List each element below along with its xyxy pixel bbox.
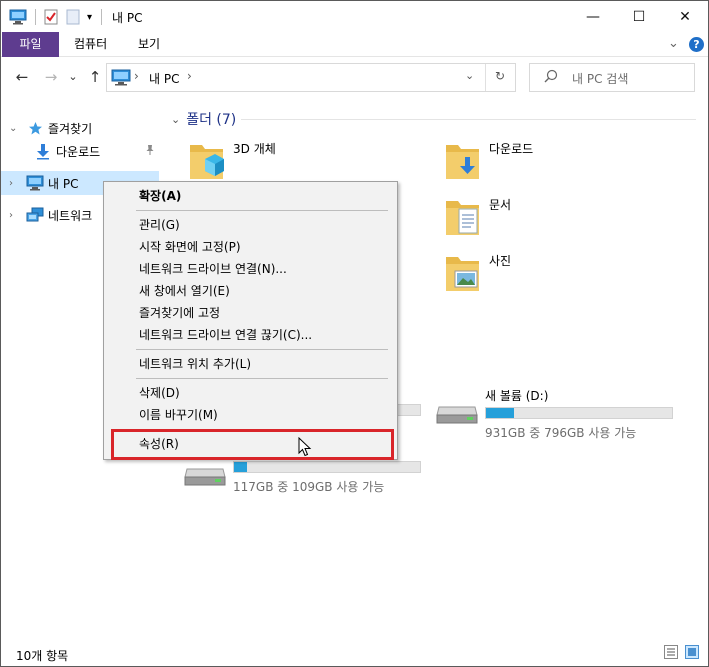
address-separator: › bbox=[134, 69, 139, 83]
pictures-folder-icon bbox=[443, 251, 483, 298]
menu-item-manage[interactable]: 관리(G) bbox=[139, 215, 180, 235]
network-icon bbox=[26, 207, 44, 223]
folder-item-pictures[interactable]: 사진 bbox=[443, 251, 643, 299]
details-view-icon[interactable] bbox=[664, 645, 678, 659]
ribbon-expand-icon[interactable]: ⌄ bbox=[668, 36, 679, 51]
address-divider bbox=[485, 64, 486, 91]
sidebar-item-quick-access[interactable]: ⌄ 즐겨찾기 bbox=[1, 116, 159, 140]
hard-drive-icon bbox=[183, 461, 227, 490]
menu-item-disconnect-network-drive[interactable]: 네트워크 드라이브 연결 끊기(C)... bbox=[139, 325, 312, 345]
documents-folder-icon bbox=[443, 195, 483, 242]
drive-space-info: 931GB 중 796GB 사용 가능 bbox=[485, 426, 637, 440]
search-input[interactable]: 내 PC 검색 bbox=[529, 63, 695, 92]
forward-button[interactable]: → bbox=[41, 67, 61, 87]
menu-item-add-network-location[interactable]: 네트워크 위치 추가(L) bbox=[139, 354, 251, 374]
pc-icon bbox=[111, 69, 131, 89]
folder-item-downloads[interactable]: 다운로드 bbox=[443, 139, 643, 187]
menu-separator bbox=[136, 378, 388, 379]
expand-chevron-icon[interactable]: › bbox=[9, 178, 13, 189]
pc-icon[interactable] bbox=[9, 8, 27, 26]
minimize-button[interactable]: — bbox=[570, 1, 616, 32]
downloads-folder-icon bbox=[443, 139, 483, 186]
close-button[interactable]: ✕ bbox=[662, 1, 708, 32]
tab-file[interactable]: 파일 bbox=[2, 32, 59, 57]
menu-item-pin-to-start[interactable]: 시작 화면에 고정(P) bbox=[139, 237, 241, 257]
address-text: 내 PC bbox=[149, 72, 180, 86]
large-icons-view-icon[interactable] bbox=[685, 645, 699, 659]
qa-separator bbox=[101, 9, 102, 25]
folder-item-documents[interactable]: 문서 bbox=[443, 195, 643, 243]
tab-view[interactable]: 보기 bbox=[123, 32, 175, 57]
3d-objects-folder-icon bbox=[187, 139, 227, 186]
drive-usage-bar bbox=[485, 407, 673, 419]
download-arrow-icon bbox=[35, 143, 51, 160]
status-bar: 10개 항목 bbox=[1, 639, 708, 666]
address-dropdown-icon[interactable]: ⌄ bbox=[465, 69, 474, 82]
menu-item-delete[interactable]: 삭제(D) bbox=[139, 383, 180, 403]
menu-separator bbox=[136, 349, 388, 350]
folder-name: 사진 bbox=[489, 254, 512, 268]
address-bar[interactable]: › 내 PC › ⌄ ↻ bbox=[106, 63, 516, 92]
folder-item-3d-objects[interactable]: 3D 개체 bbox=[187, 139, 387, 187]
expand-chevron-icon[interactable]: ⌄ bbox=[9, 123, 17, 134]
highlight-box bbox=[111, 429, 394, 460]
qa-separator bbox=[35, 9, 36, 25]
menu-separator bbox=[136, 210, 388, 211]
customize-quick-access-icon[interactable]: ▾ bbox=[87, 8, 92, 26]
drive-item-d[interactable]: 새 볼륨 (D:) 931GB 중 796GB 사용 가능 bbox=[435, 387, 695, 443]
drive-usage-fill bbox=[486, 408, 514, 418]
sidebar-item-label: 네트워크 bbox=[48, 208, 93, 223]
menu-item-map-network-drive[interactable]: 네트워크 드라이브 연결(N)... bbox=[139, 259, 287, 279]
menu-item-rename[interactable]: 이름 바꾸기(M) bbox=[139, 405, 218, 425]
group-title: 폴더 (7) bbox=[186, 112, 237, 128]
maximize-button[interactable]: ☐ bbox=[616, 1, 662, 32]
drive-usage-fill bbox=[234, 462, 248, 472]
search-placeholder: 내 PC 검색 bbox=[572, 72, 629, 86]
properties-icon[interactable] bbox=[43, 8, 59, 26]
ribbon-tabs: 파일 컴퓨터 보기 ⌄ ? bbox=[1, 32, 708, 57]
folder-name: 3D 개체 bbox=[233, 142, 276, 156]
menu-item-expand[interactable]: 확장(A) bbox=[139, 186, 181, 206]
folder-name: 다운로드 bbox=[489, 142, 534, 156]
tab-computer[interactable]: 컴퓨터 bbox=[59, 32, 122, 57]
folders-group-header[interactable]: ⌄ 폴더 (7) bbox=[171, 109, 236, 129]
menu-item-open-new-window[interactable]: 새 창에서 열기(E) bbox=[139, 281, 230, 301]
pc-icon bbox=[26, 175, 44, 191]
explorer-window: ▾ 내 PC — ☐ ✕ 파일 컴퓨터 보기 ⌄ ? ← → ⌄ ↑ › 내 P… bbox=[0, 0, 709, 667]
new-folder-icon[interactable] bbox=[66, 8, 80, 26]
hard-drive-icon bbox=[435, 399, 479, 428]
sidebar-item-label: 즐겨찾기 bbox=[48, 121, 93, 136]
sidebar-item-label: 다운로드 bbox=[56, 144, 101, 159]
title-bar: ▾ 내 PC — ☐ ✕ bbox=[1, 1, 708, 32]
pin-icon[interactable] bbox=[145, 144, 155, 158]
mouse-cursor-icon bbox=[298, 436, 312, 460]
drive-space-info: 117GB 중 109GB 사용 가능 bbox=[233, 480, 385, 494]
context-menu: 확장(A) 관리(G) 시작 화면에 고정(P) 네트워크 드라이브 연결(N)… bbox=[103, 181, 398, 460]
item-count: 10개 항목 bbox=[16, 649, 69, 663]
window-title: 내 PC bbox=[112, 11, 143, 25]
recent-locations-button[interactable]: ⌄ bbox=[63, 67, 83, 87]
menu-item-pin-quick-access[interactable]: 즐겨찾기에 고정 bbox=[139, 303, 220, 323]
group-divider bbox=[241, 119, 696, 120]
drive-usage-bar bbox=[397, 404, 421, 416]
folder-name: 문서 bbox=[489, 198, 512, 212]
drive-name: 새 볼륨 (D:) bbox=[485, 389, 549, 403]
back-button[interactable]: ← bbox=[12, 67, 32, 87]
help-icon[interactable]: ? bbox=[689, 37, 704, 52]
expand-chevron-icon[interactable]: › bbox=[9, 210, 13, 221]
sidebar-item-downloads[interactable]: 다운로드 bbox=[1, 139, 159, 163]
star-icon bbox=[28, 121, 43, 136]
up-button[interactable]: ↑ bbox=[85, 67, 105, 87]
refresh-icon[interactable]: ↻ bbox=[495, 69, 505, 83]
collapse-chevron-icon[interactable]: ⌄ bbox=[171, 113, 180, 126]
search-icon bbox=[544, 69, 558, 86]
navigation-bar: ← → ⌄ ↑ › 내 PC › ⌄ ↻ 내 PC 검색 bbox=[1, 57, 708, 99]
address-separator[interactable]: › bbox=[187, 69, 192, 83]
drive-usage-bar bbox=[233, 461, 421, 473]
sidebar-item-label: 내 PC bbox=[48, 176, 79, 191]
